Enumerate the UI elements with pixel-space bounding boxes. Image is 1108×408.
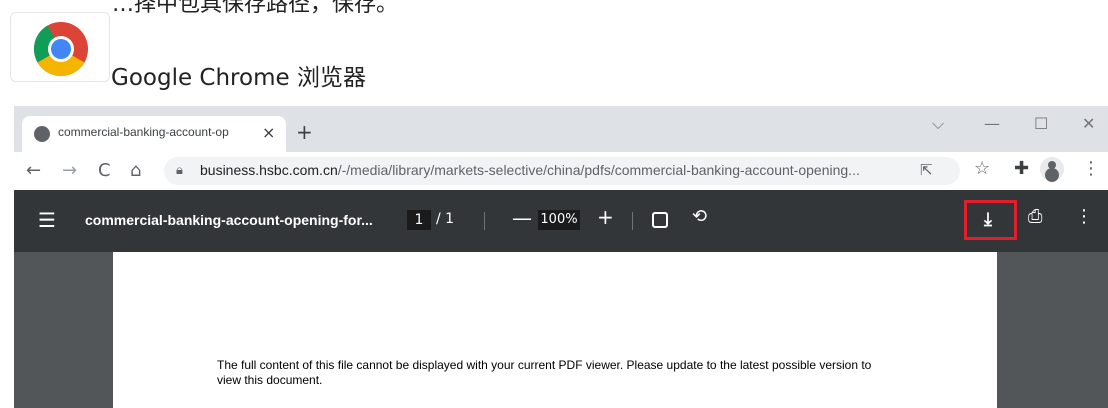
browser-tab[interactable]: commercial-banking-account-op × [22,116,286,152]
print-icon[interactable]: ⎙ [1028,206,1042,227]
close-window-button[interactable]: ✕ [1082,114,1095,133]
tab-strip: commercial-banking-account-op × + ⌵ — ☐ … [14,106,1108,152]
pdf-menu-icon[interactable]: ☰ [38,208,56,232]
browser-window: commercial-banking-account-op × + ⌵ — ☐ … [14,106,1108,408]
home-button[interactable]: ⌂ [130,160,141,181]
tab-close-icon[interactable]: × [262,123,275,142]
toolbar-divider [632,212,633,230]
share-icon[interactable]: ⇱ [920,161,933,179]
zoom-in-button[interactable]: + [597,205,614,229]
page-number-input[interactable]: 1 [407,210,431,230]
pdf-title: commercial-banking-account-opening-for..… [85,212,373,228]
forward-button[interactable]: → [62,160,77,181]
tab-search-icon[interactable]: ⌵ [932,114,944,134]
chrome-logo-tile [10,12,110,82]
tab-title: commercial-banking-account-op [58,125,229,139]
new-tab-button[interactable]: + [296,120,313,144]
address-bar[interactable]: 🔒︎ business.hsbc.com.cn/-/media/library/… [164,157,960,185]
pdf-content-area: The full content of this file cannot be … [14,252,1108,408]
more-actions-icon[interactable]: ⋮ [1075,206,1093,227]
lock-icon[interactable]: 🔒︎ [176,163,183,178]
bookmark-star-icon[interactable]: ☆ [974,158,990,179]
zoom-out-button[interactable]: — [512,206,532,230]
toolbar-divider [484,212,485,230]
page-total: / 1 [436,211,455,227]
reload-button[interactable]: C [98,160,111,181]
back-button[interactable]: ← [26,160,41,181]
minimize-button[interactable]: — [984,114,1000,133]
zoom-level-input[interactable]: 100% [538,210,580,230]
browser-toolbar: ← → C ⌂ 🔒︎ business.hsbc.com.cn/-/media/… [14,152,1108,190]
globe-icon [34,126,50,142]
pdf-message: The full content of this file cannot be … [217,358,872,387]
download-highlight-box: ⤓ [964,200,1017,240]
pdf-page: The full content of this file cannot be … [113,252,997,408]
chrome-menu-icon[interactable]: ⋮ [1082,158,1100,179]
maximize-button[interactable]: ☐ [1034,114,1048,133]
download-icon[interactable]: ⤓ [984,209,992,230]
app-name: Google Chrome 浏览器 [111,65,366,91]
fit-to-page-icon[interactable] [652,212,668,228]
rotate-icon[interactable]: ⟲ [692,206,707,227]
chrome-logo-icon [33,22,88,77]
profile-avatar[interactable] [1040,157,1064,181]
pdf-toolbar: ☰ commercial-banking-account-opening-for… [14,190,1108,252]
extensions-icon[interactable]: ✚ [1014,158,1029,179]
instruction-text: …择中包具保存路径，保存。 [112,0,399,17]
url-text[interactable]: business.hsbc.com.cn/-/media/library/mar… [200,162,890,178]
